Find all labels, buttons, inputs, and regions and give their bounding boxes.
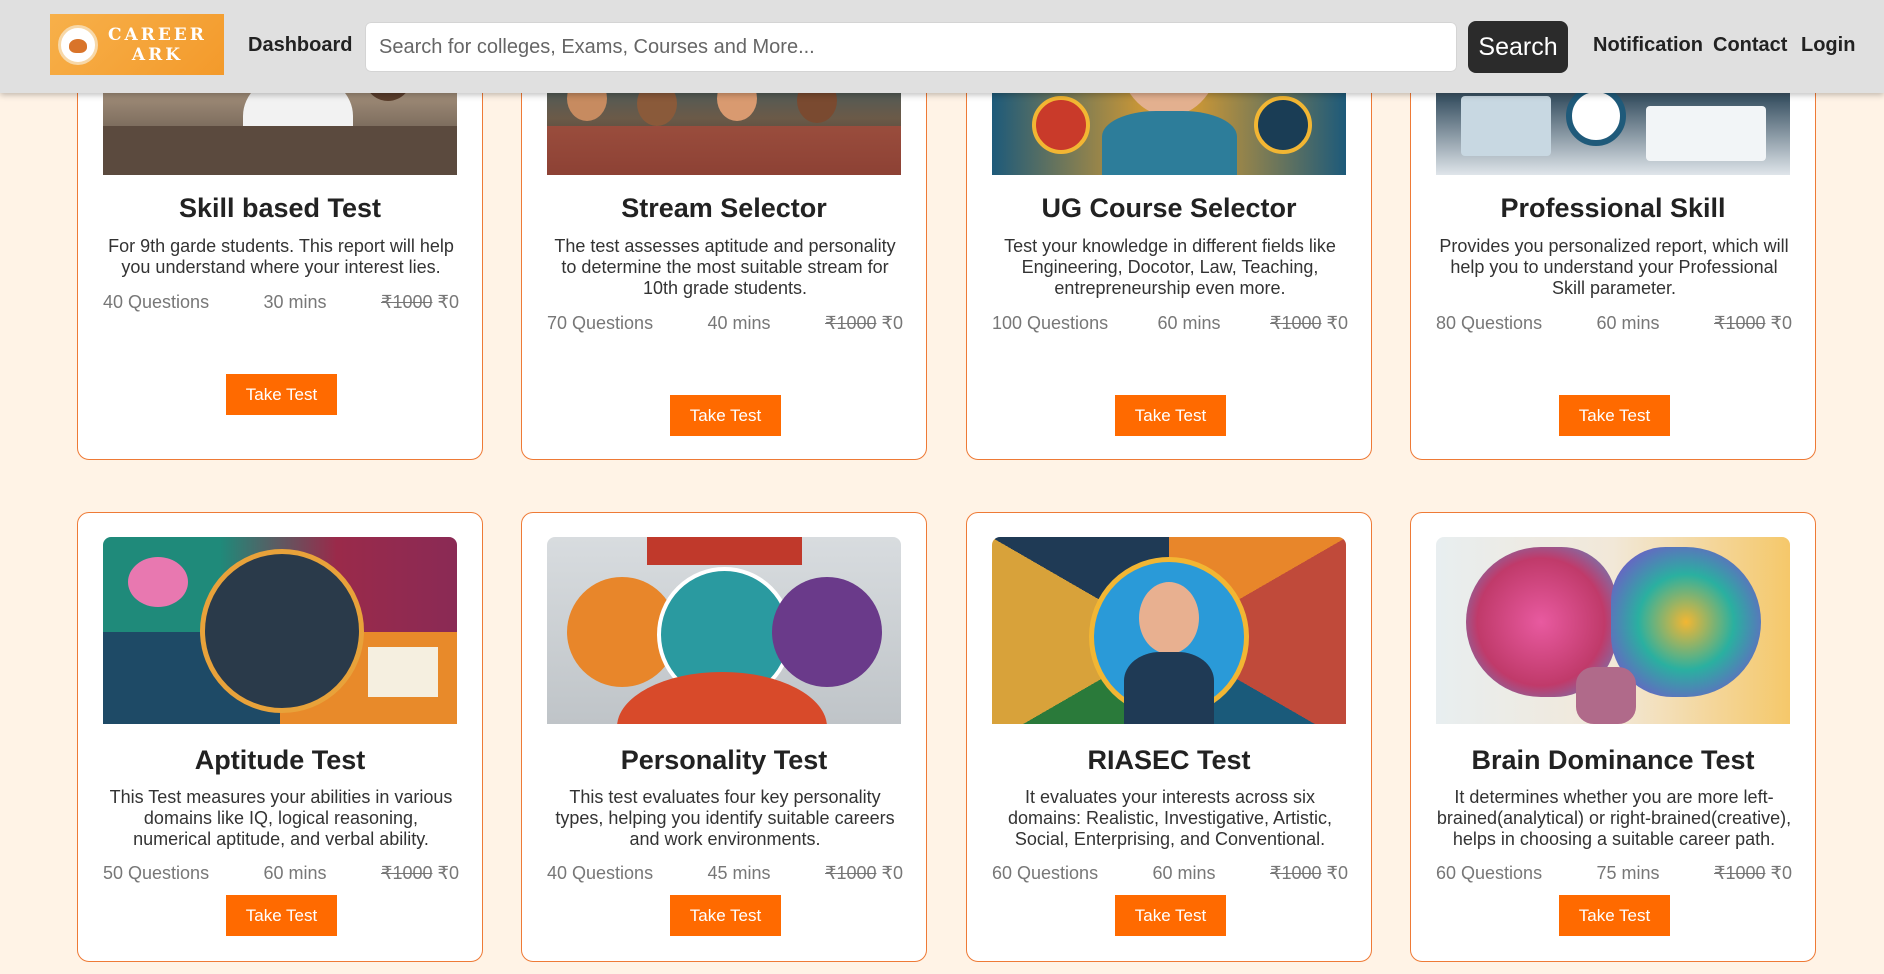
price: ₹1000 ₹0 xyxy=(1270,313,1348,334)
card-description: This test evaluates four key personality… xyxy=(555,787,895,849)
question-count: 70 Questions xyxy=(547,313,654,333)
price: ₹1000 ₹0 xyxy=(825,863,903,884)
logo-text-line2: ARK xyxy=(131,44,183,65)
price-new: ₹0 xyxy=(437,292,459,312)
card-title: Brain Dominance Test xyxy=(1471,745,1755,775)
price-old: ₹1000 xyxy=(1714,863,1766,883)
take-test-button[interactable]: Take Test xyxy=(226,895,337,936)
duration: 60 mins xyxy=(1596,313,1660,333)
price: ₹1000 ₹0 xyxy=(1714,863,1792,884)
card-meta: 40 Questions 45 mins ₹1000 ₹0 xyxy=(547,863,903,884)
card-image-personality-types xyxy=(547,537,901,724)
price-new: ₹0 xyxy=(1770,313,1792,333)
question-count: 60 Questions xyxy=(992,863,1099,883)
card-meta: 60 Questions 60 mins ₹1000 ₹0 xyxy=(992,863,1348,884)
duration: 60 mins xyxy=(1152,863,1216,883)
test-card-aptitude: Aptitude Test This Test measures your ab… xyxy=(77,512,483,962)
price-old: ₹1000 xyxy=(1714,313,1766,333)
price-old: ₹1000 xyxy=(381,863,433,883)
price-new: ₹0 xyxy=(881,313,903,333)
question-count: 40 Questions xyxy=(103,292,210,312)
take-test-button[interactable]: Take Test xyxy=(1115,395,1226,436)
duration: 30 mins xyxy=(263,292,327,312)
duration: 60 mins xyxy=(263,863,327,883)
card-meta: 60 Questions 75 mins ₹1000 ₹0 xyxy=(1436,863,1792,884)
price-old: ₹1000 xyxy=(825,863,877,883)
card-description: It evaluates your interests across six d… xyxy=(1007,787,1333,849)
take-test-button[interactable]: Take Test xyxy=(226,374,337,415)
nav-login-link[interactable]: Login xyxy=(1801,34,1855,57)
career-ark-logo[interactable]: CAREER ARK xyxy=(50,14,224,75)
price-old: ₹1000 xyxy=(381,292,433,312)
astronaut-mascot-icon xyxy=(58,24,98,65)
page: CAREER ARK Dashboard Search Notification… xyxy=(0,0,1884,974)
price-old: ₹1000 xyxy=(1270,313,1322,333)
price-new: ₹0 xyxy=(437,863,459,883)
nav-contact-link[interactable]: Contact xyxy=(1713,34,1787,57)
price-old: ₹1000 xyxy=(1270,863,1322,883)
price: ₹1000 ₹0 xyxy=(1270,863,1348,884)
card-description: Test your knowledge in different fields … xyxy=(1004,236,1336,298)
search-input[interactable] xyxy=(365,22,1457,72)
price: ₹1000 ₹0 xyxy=(381,863,459,884)
card-image-brain-hemispheres xyxy=(1436,537,1790,724)
search-button[interactable]: Search xyxy=(1468,21,1568,73)
card-image-brain-puzzle xyxy=(103,537,457,724)
card-meta: 70 Questions 40 mins ₹1000 ₹0 xyxy=(547,313,903,334)
nav-dashboard-link[interactable]: Dashboard xyxy=(248,34,352,57)
card-description: The test assesses aptitude and personali… xyxy=(554,236,896,298)
nav-notification-link[interactable]: Notification xyxy=(1593,34,1703,57)
card-meta: 50 Questions 60 mins ₹1000 ₹0 xyxy=(103,863,459,884)
test-card-brain-dominance: Brain Dominance Test It determines wheth… xyxy=(1410,512,1816,962)
price-new: ₹0 xyxy=(1326,863,1348,883)
card-title: RIASEC Test xyxy=(1087,745,1251,775)
take-test-button[interactable]: Take Test xyxy=(1115,895,1226,936)
card-title: UG Course Selector xyxy=(1041,193,1297,223)
test-card-riasec: RIASEC Test It evaluates your interests … xyxy=(966,512,1372,962)
card-meta: 100 Questions 60 mins ₹1000 ₹0 xyxy=(992,313,1348,334)
test-card-personality: Personality Test This test evaluates fou… xyxy=(521,512,927,962)
top-navbar: CAREER ARK Dashboard Search Notification… xyxy=(0,0,1884,93)
card-title: Skill based Test xyxy=(178,193,382,223)
card-description: For 9th garde students. This report will… xyxy=(108,236,454,277)
duration: 60 mins xyxy=(1157,313,1221,333)
card-description: This Test measures your abilities in var… xyxy=(109,787,453,849)
card-image-riasec-domains xyxy=(992,537,1346,724)
price: ₹1000 ₹0 xyxy=(1714,313,1792,334)
question-count: 80 Questions xyxy=(1436,313,1543,333)
price-old: ₹1000 xyxy=(825,313,877,333)
card-description: It determines whether you are more left-… xyxy=(1436,787,1792,849)
card-title: Personality Test xyxy=(620,745,828,775)
card-title: Aptitude Test xyxy=(194,745,366,775)
logo-text: CAREER ARK xyxy=(108,25,207,65)
card-description: Provides you personalized report, which … xyxy=(1439,236,1789,298)
take-test-button[interactable]: Take Test xyxy=(1559,895,1670,936)
duration: 45 mins xyxy=(707,863,771,883)
take-test-button[interactable]: Take Test xyxy=(670,895,781,936)
card-title: Stream Selector xyxy=(621,193,827,223)
price: ₹1000 ₹0 xyxy=(381,292,459,313)
price-new: ₹0 xyxy=(1770,863,1792,883)
take-test-button[interactable]: Take Test xyxy=(670,395,781,436)
duration: 75 mins xyxy=(1596,863,1660,883)
card-title: Professional Skill xyxy=(1500,193,1726,223)
price-new: ₹0 xyxy=(881,863,903,883)
card-meta: 40 Questions 30 mins ₹1000 ₹0 xyxy=(103,292,459,313)
question-count: 40 Questions xyxy=(547,863,654,883)
question-count: 50 Questions xyxy=(103,863,210,883)
question-count: 100 Questions xyxy=(992,313,1109,333)
duration: 40 mins xyxy=(707,313,771,333)
question-count: 60 Questions xyxy=(1436,863,1543,883)
take-test-button[interactable]: Take Test xyxy=(1559,395,1670,436)
logo-text-line1: CAREER xyxy=(108,24,207,45)
price-new: ₹0 xyxy=(1326,313,1348,333)
price: ₹1000 ₹0 xyxy=(825,313,903,334)
card-meta: 80 Questions 60 mins ₹1000 ₹0 xyxy=(1436,313,1792,334)
